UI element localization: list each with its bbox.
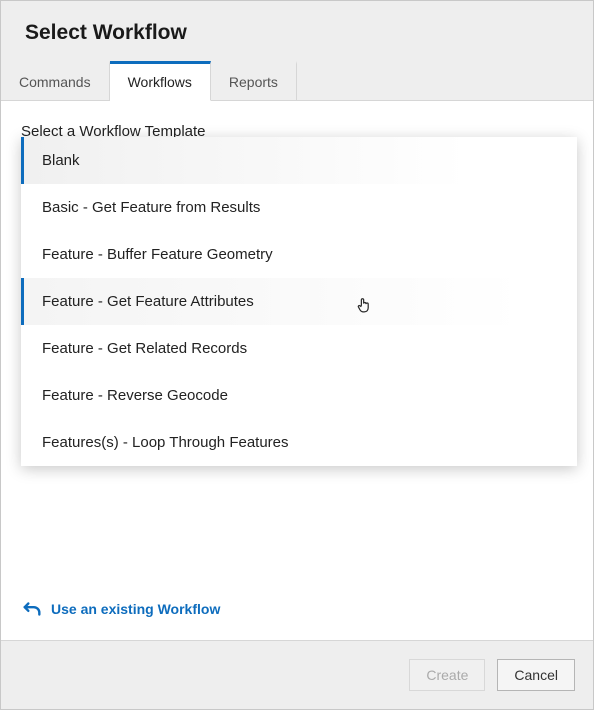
dropdown-item-label: Basic - Get Feature from Results [42,199,260,216]
select-workflow-dialog: Select Workflow Commands Workflows Repor… [0,0,594,710]
dropdown-item-label: Features(s) - Loop Through Features [42,434,289,451]
dropdown-item-basic-get-feature[interactable]: Basic - Get Feature from Results [21,184,577,231]
cancel-button[interactable]: Cancel [497,659,575,691]
dropdown-item-feature-buffer[interactable]: Feature - Buffer Feature Geometry [21,231,577,278]
dialog-title: Select Workflow [25,21,569,45]
tab-commands[interactable]: Commands [1,61,110,100]
dropdown-item-features-loop[interactable]: Features(s) - Loop Through Features [21,419,577,466]
dropdown-item-label: Blank [42,152,80,169]
undo-arrow-icon [21,598,43,620]
dropdown-item-label: Feature - Get Feature Attributes [42,293,254,310]
dropdown-item-feature-reverse-geocode[interactable]: Feature - Reverse Geocode [21,372,577,419]
use-existing-workflow-link[interactable]: Use an existing Workflow [21,592,573,630]
dropdown-item-blank[interactable]: Blank [21,137,577,184]
dropdown-item-label: Feature - Buffer Feature Geometry [42,246,273,263]
use-existing-workflow-label: Use an existing Workflow [51,601,220,617]
content-area: Select a Workflow Template Blank Basic -… [1,101,593,641]
create-button[interactable]: Create [409,659,485,691]
dialog-header: Select Workflow [1,1,593,61]
workflow-template-dropdown[interactable]: Blank Basic - Get Feature from Results F… [21,137,577,466]
dropdown-item-label: Feature - Reverse Geocode [42,387,228,404]
pointer-cursor-icon [357,296,371,314]
dropdown-item-feature-attributes[interactable]: Feature - Get Feature Attributes [21,278,577,325]
tab-workflows[interactable]: Workflows [110,61,211,101]
dropdown-item-feature-related[interactable]: Feature - Get Related Records [21,325,577,372]
dropdown-item-label: Feature - Get Related Records [42,340,247,357]
dialog-footer: Create Cancel [1,641,593,709]
tab-reports[interactable]: Reports [211,61,297,100]
tab-row: Commands Workflows Reports [1,61,593,101]
